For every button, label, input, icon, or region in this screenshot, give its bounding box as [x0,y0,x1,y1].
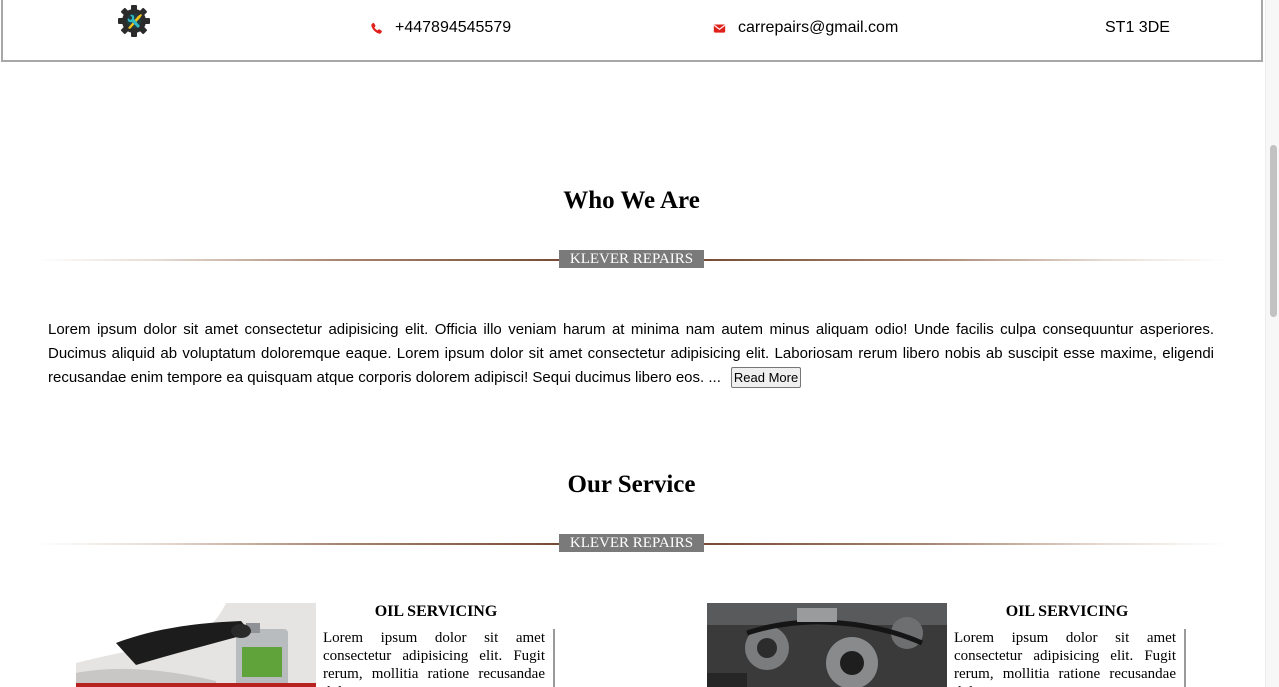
our-service-heading: Our Service [567,471,696,498]
service-card-text: Lorem ipsum dolor sit amet consectetur a… [323,629,555,687]
oil-servicing-image [76,603,316,687]
brand-tag: KLEVER REPAIRS [559,534,704,552]
top-contact-bar: +447894545579 carrepairs@gmail.com ST1 3… [1,0,1263,62]
vertical-scrollbar[interactable] [1265,0,1279,687]
phone-contact[interactable]: +447894545579 [370,19,511,37]
email-contact[interactable]: carrepairs@gmail.com [713,19,898,37]
engine-image [707,603,947,687]
service-card: OIL SERVICING Lorem ipsum dolor sit amet… [707,603,1187,687]
service-card-title: OIL SERVICING [1005,603,1129,620]
service-card: OIL SERVICING Lorem ipsum dolor sit amet… [76,603,556,687]
service-card-text: Lorem ipsum dolor sit amet consectetur a… [954,629,1186,687]
gear-wrench-logo-icon[interactable] [116,3,152,39]
phone-number: +447894545579 [395,19,512,36]
phone-icon [371,22,382,34]
about-paragraph: Lorem ipsum dolor sit amet consectetur a… [48,318,1214,390]
about-text: Lorem ipsum dolor sit amet consectetur a… [48,321,1214,386]
envelope-icon [713,23,726,33]
brand-tag: KLEVER REPAIRS [559,250,704,268]
email-address: carrepairs@gmail.com [738,19,899,36]
service-card-title: OIL SERVICING [374,603,498,620]
read-more-button[interactable]: Read More [730,367,802,388]
scrollbar-thumb[interactable] [1270,145,1277,317]
postcode: ST1 3DE [1105,19,1170,36]
who-we-are-heading: Who We Are [563,187,700,214]
